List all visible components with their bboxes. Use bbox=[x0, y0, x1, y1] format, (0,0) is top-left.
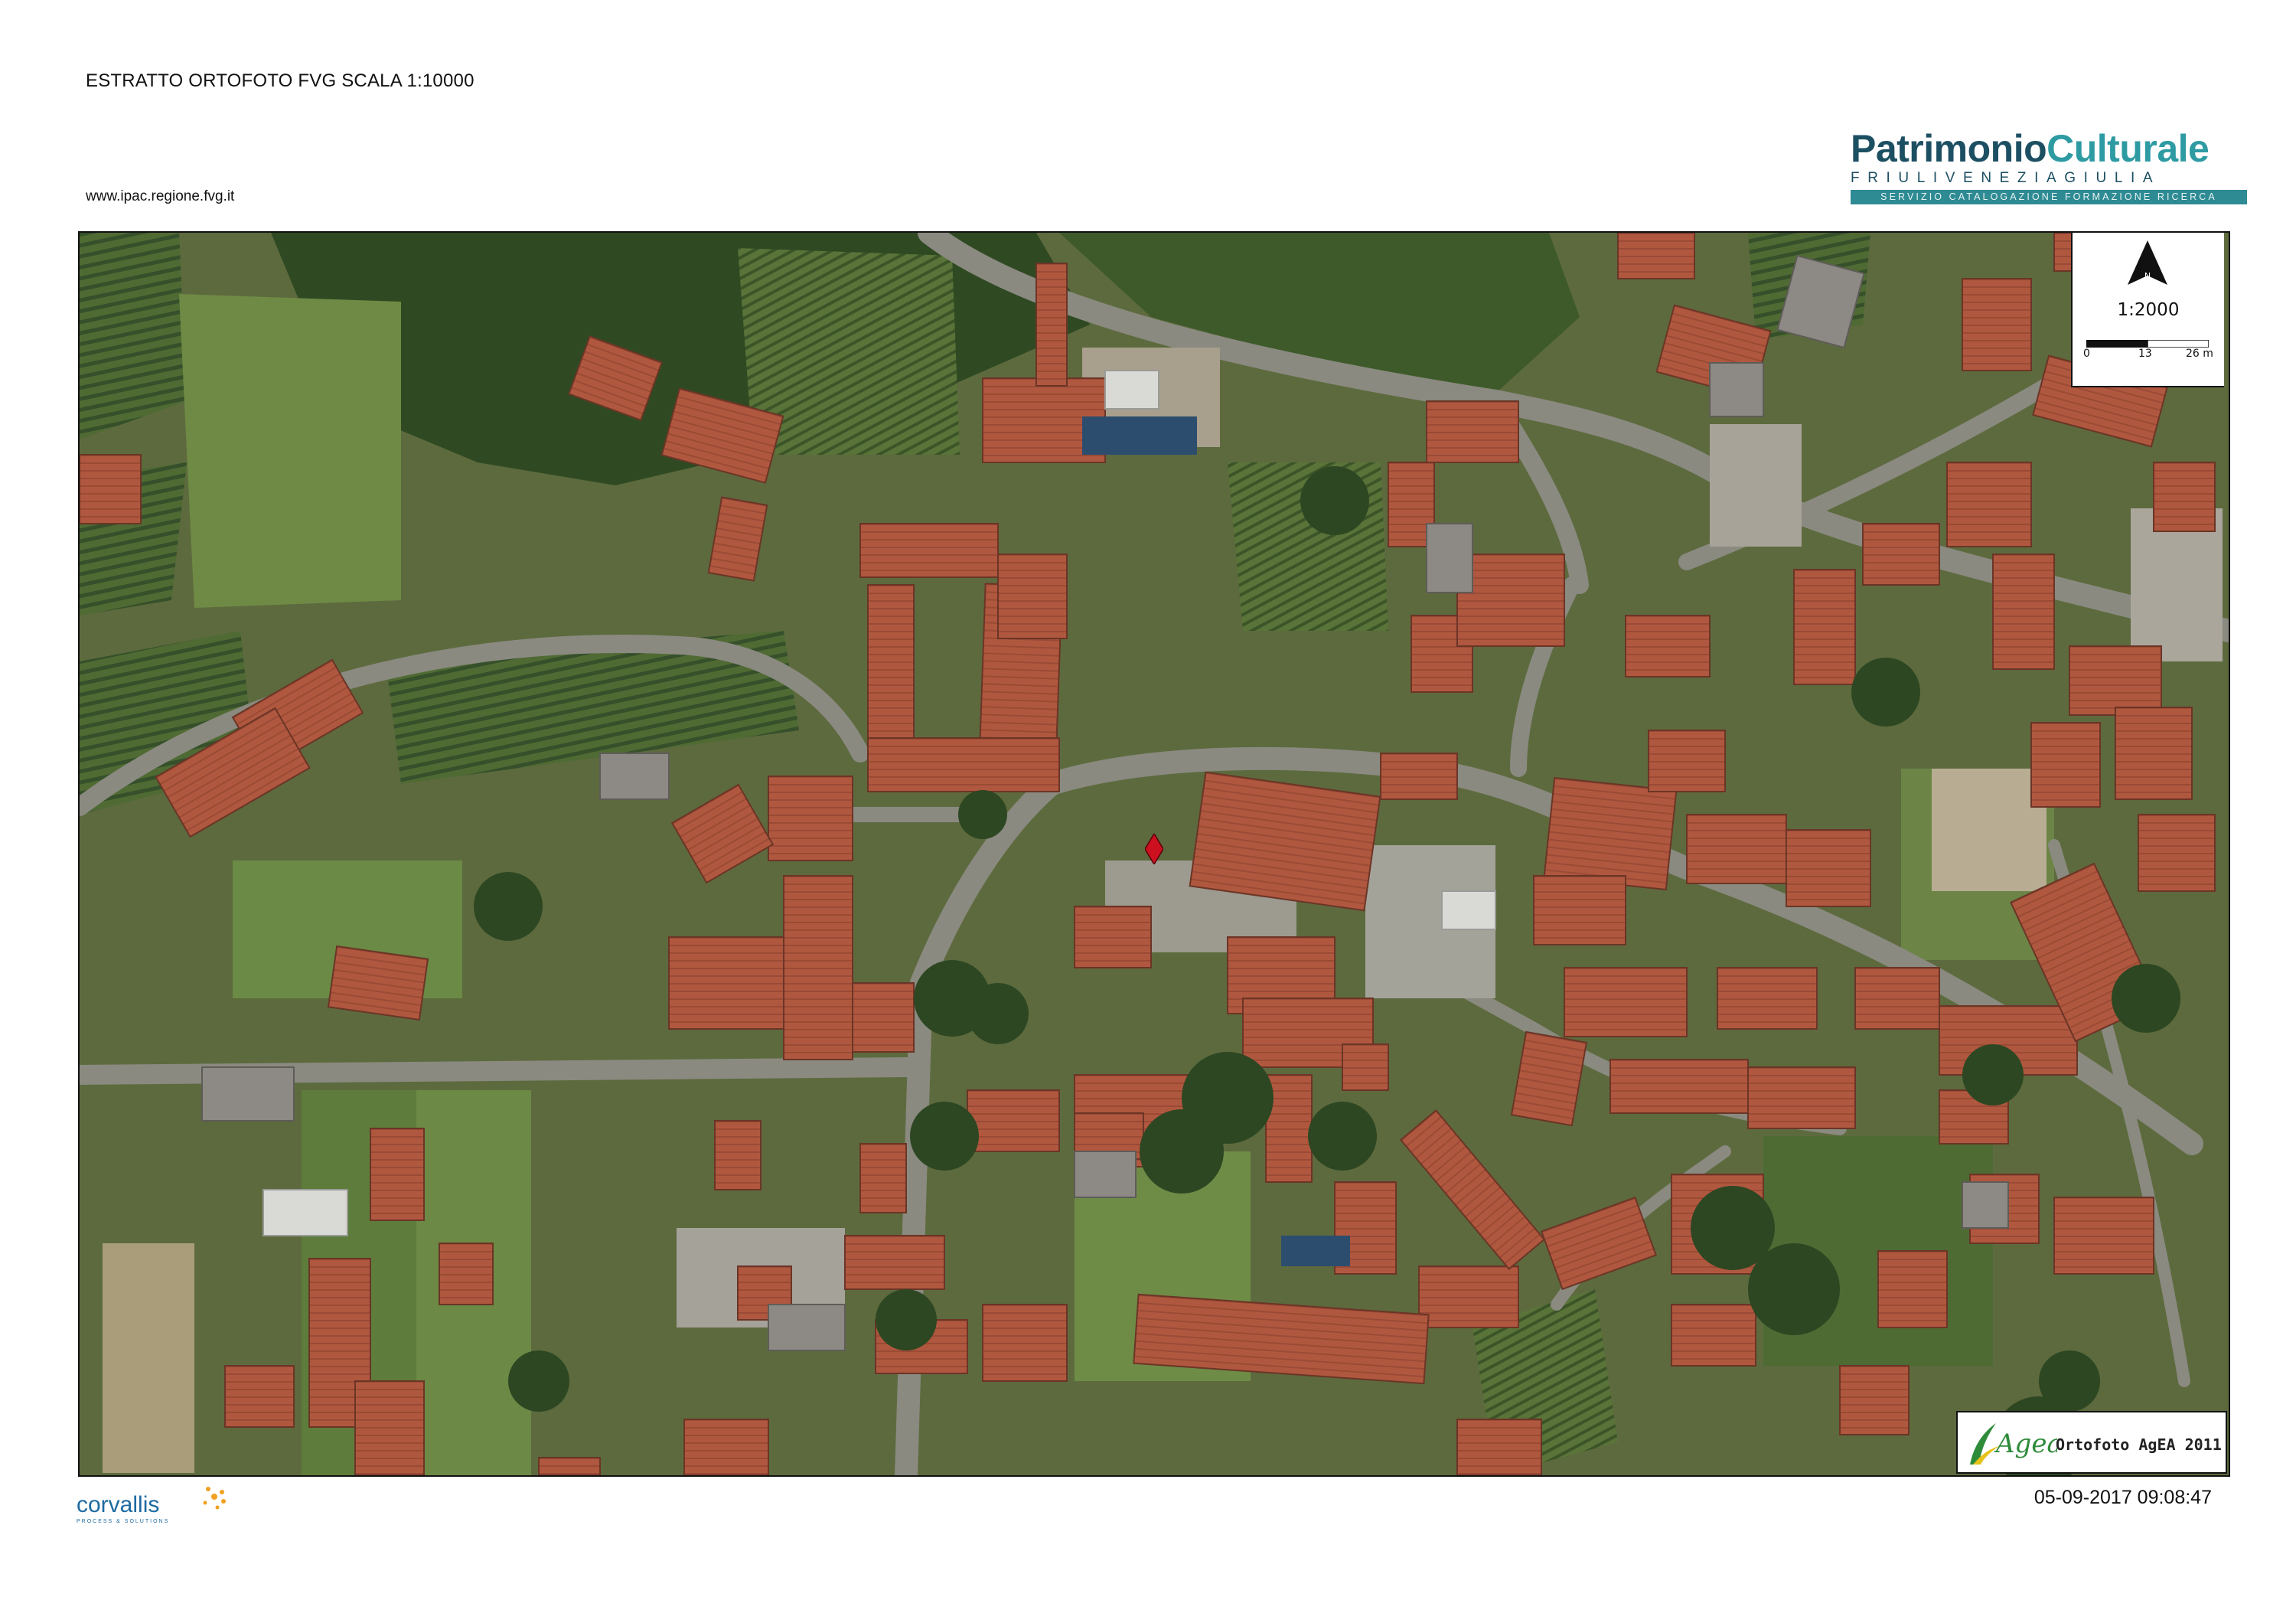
document-title: ESTRATTO ORTOFOTO FVG SCALA 1:10000 bbox=[86, 70, 475, 91]
corvallis-logo: corvallis PROCESS & SOLUTIONS bbox=[77, 1487, 226, 1524]
brand-service: SERVIZIO CATALOGAZIONE FORMAZIONE RICERC… bbox=[1851, 190, 2247, 204]
scale-bar bbox=[2086, 340, 2209, 348]
north-arrow-icon: N bbox=[2128, 240, 2167, 285]
brand-name-part1: Patrimonio bbox=[1851, 127, 2047, 170]
scale-panel: N 1:2000 0 13 26 m bbox=[2071, 233, 2224, 387]
location-marker-shape bbox=[1144, 832, 1164, 866]
source-url[interactable]: www.ipac.regione.fvg.it bbox=[86, 188, 234, 205]
north-letter: N bbox=[2144, 271, 2151, 281]
agea-logo: Agea bbox=[1970, 1423, 2057, 1465]
agea-caption: Ortofoto AgEA 2011 bbox=[2056, 1435, 2222, 1454]
corvallis-tagline: PROCESS & SOLUTIONS bbox=[77, 1519, 169, 1524]
corvallis-sunburst-icon bbox=[203, 1487, 226, 1510]
orthophoto-map[interactable]: N 1:2000 0 13 26 m Agea Ortofoto AgEA 20… bbox=[78, 231, 2230, 1477]
scale-ratio: 1:2000 bbox=[2117, 300, 2180, 320]
print-timestamp: 05-09-2017 09:08:47 bbox=[2033, 1487, 2212, 1508]
brand-region: FRIULIVENEZIAGIULIA bbox=[1851, 170, 2161, 186]
scale-tick-26: 26 m bbox=[2186, 348, 2213, 360]
agea-credit: Agea Ortofoto AgEA 2011 bbox=[1956, 1411, 2227, 1474]
corvallis-logo-text: corvallis bbox=[77, 1492, 159, 1517]
meadow bbox=[179, 294, 401, 608]
sports-field bbox=[103, 1243, 194, 1473]
solar-panels bbox=[1082, 416, 1197, 455]
agea-logo-text: Agea bbox=[1994, 1429, 2057, 1459]
courtyard bbox=[1932, 769, 2047, 891]
brand-name: PatrimonioCulturale bbox=[1851, 127, 2247, 170]
patrimonio-culturale-logo: PatrimonioCulturale FRIULIVENEZIAGIULIA … bbox=[1851, 127, 2247, 204]
solar-panels bbox=[1281, 1236, 1350, 1266]
scale-tick-0: 0 bbox=[2083, 348, 2090, 360]
location-diamond-icon[interactable] bbox=[1144, 832, 1164, 866]
scale-tick-13: 13 bbox=[2138, 348, 2152, 360]
parking-area bbox=[1710, 424, 1802, 547]
brand-name-part2: Culturale bbox=[2047, 127, 2210, 170]
